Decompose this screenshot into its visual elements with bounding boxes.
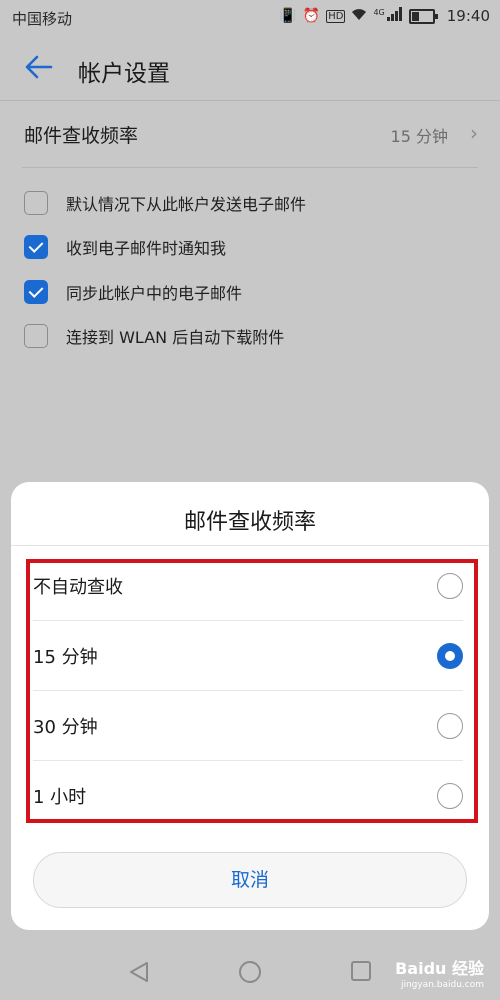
check-frequency-label: 邮件查收频率	[24, 125, 139, 147]
battery-icon	[408, 8, 438, 24]
watermark-brand: Baidu 经验	[395, 959, 484, 978]
radio-button-selected[interactable]	[437, 643, 463, 669]
signal-icon	[386, 7, 403, 25]
option-default-send[interactable]: 默认情况下从此帐户发送电子邮件	[24, 188, 306, 218]
radio-button[interactable]	[437, 713, 463, 739]
nav-back-icon[interactable]	[128, 960, 150, 984]
vibrate-icon: 📳	[279, 8, 297, 24]
back-button[interactable]	[22, 50, 56, 84]
watermark-site: jingyan.baidu.com	[400, 980, 484, 990]
check-frequency-row[interactable]: 邮件查收频率 15 分钟 ›	[0, 101, 500, 167]
cancel-button[interactable]: 取消	[33, 852, 467, 908]
option-wlan-download[interactable]: 连接到 WLAN 后自动下载附件	[24, 321, 284, 351]
radio-button[interactable]	[437, 783, 463, 809]
title-bar: 帐户设置	[0, 36, 500, 101]
nav-recents-icon[interactable]	[350, 960, 372, 982]
clock: 19:40	[446, 7, 490, 25]
option-label: 收到电子邮件时通知我	[66, 239, 227, 258]
chevron-right-icon: ›	[470, 121, 478, 145]
checkbox[interactable]	[24, 280, 48, 304]
nav-home-icon[interactable]	[238, 960, 262, 984]
choice-1-hour[interactable]: 1 小时	[33, 762, 473, 832]
option-notify[interactable]: 收到电子邮件时通知我	[24, 232, 226, 262]
frequency-dialog: 邮件查收频率 不自动查收 15 分钟 30 分钟 1 小时 取消	[11, 482, 489, 930]
choice-no-auto[interactable]: 不自动查收	[33, 552, 473, 622]
option-label: 同步此帐户中的电子邮件	[66, 284, 243, 303]
dialog-divider	[11, 545, 489, 546]
choice-label: 不自动查收	[33, 577, 123, 598]
divider	[22, 167, 478, 168]
dialog-title: 邮件查收频率	[183, 510, 316, 535]
choice-label: 15 分钟	[33, 647, 98, 668]
choice-divider	[33, 620, 463, 621]
status-icons: 📳 ⏰ HD 4G 19:40	[279, 7, 490, 25]
carrier-name: 中国移动	[12, 10, 73, 28]
wifi-icon	[351, 7, 367, 25]
alarm-icon: ⏰	[302, 8, 321, 24]
choice-30-min[interactable]: 30 分钟	[33, 692, 473, 762]
checkbox[interactable]	[24, 191, 48, 215]
page-title: 帐户设置	[78, 61, 170, 87]
option-label: 默认情况下从此帐户发送电子邮件	[66, 195, 307, 214]
choice-label: 1 小时	[33, 787, 87, 808]
status-bar: 中国移动 📳 ⏰ HD 4G 19:40	[0, 0, 500, 36]
checkbox[interactable]	[24, 235, 48, 259]
check-frequency-value: 15 分钟	[390, 127, 448, 146]
option-label: 连接到 WLAN 后自动下载附件	[66, 328, 285, 347]
choice-divider	[33, 760, 463, 761]
choice-15-min[interactable]: 15 分钟	[33, 622, 473, 692]
baidu-watermark: Baidu 经验 jingyan.baidu.com	[395, 955, 484, 990]
checkbox[interactable]	[24, 324, 48, 348]
network-type: 4G	[373, 7, 385, 17]
choice-label: 30 分钟	[33, 717, 98, 738]
back-arrow-icon	[25, 55, 53, 79]
radio-button[interactable]	[437, 573, 463, 599]
choice-divider	[33, 690, 463, 691]
option-sync[interactable]: 同步此帐户中的电子邮件	[24, 277, 242, 307]
hd-icon: HD	[326, 9, 346, 23]
